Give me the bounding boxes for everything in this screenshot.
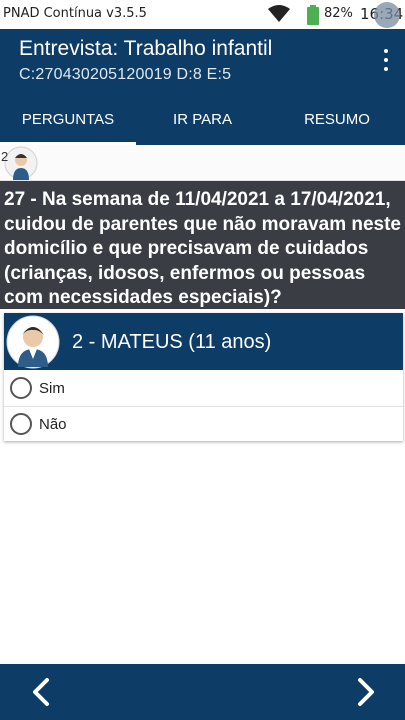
battery-icon — [307, 5, 319, 28]
option-sim[interactable]: Sim — [4, 370, 403, 406]
floating-bubble-icon[interactable] — [374, 2, 400, 28]
more-vertical-icon[interactable] — [381, 49, 391, 73]
tab-perguntas[interactable]: PERGUNTAS — [0, 93, 136, 145]
app-version-label: PNAD Contínua v3.5.5 — [3, 6, 147, 21]
radio-button[interactable] — [10, 413, 32, 435]
chevron-left-icon[interactable] — [22, 672, 62, 712]
battery-percent: 82% — [324, 6, 353, 21]
wifi-icon — [268, 5, 290, 26]
tab-bar: PERGUNTAS IR PARA RESUMO — [0, 93, 405, 145]
tab-resumo[interactable]: RESUMO — [269, 93, 405, 145]
option-nao[interactable]: Não — [4, 406, 403, 442]
person-avatar — [6, 315, 60, 374]
person-card-header: 2 - MATEUS (11 anos) — [4, 313, 403, 370]
question-text: 27 - Na semana de 11/04/2021 a 17/04/202… — [0, 181, 405, 309]
tab-ir-para[interactable]: IR PARA — [136, 93, 269, 145]
person-selector-strip: 2 — [0, 145, 405, 181]
option-label: Não — [39, 415, 67, 433]
tab-label: IR PARA — [173, 110, 232, 128]
tab-label: RESUMO — [304, 110, 370, 128]
bottom-nav-bar — [0, 664, 405, 720]
chevron-right-icon[interactable] — [345, 672, 385, 712]
person-name: 2 - MATEUS (11 anos) — [72, 331, 272, 353]
person-avatar[interactable] — [4, 146, 38, 185]
person-answer-card: 2 - MATEUS (11 anos) Sim Não — [4, 313, 403, 441]
person-number: 2 — [1, 149, 9, 164]
status-bar: PNAD Contínua v3.5.5 82% 16:34 — [0, 0, 405, 29]
page-title: Entrevista: Trabalho infantil — [19, 37, 273, 60]
app-bar: Entrevista: Trabalho infantil C:27043020… — [0, 29, 405, 93]
option-label: Sim — [39, 379, 65, 397]
radio-button[interactable] — [10, 377, 32, 399]
interview-code: C:270430205120019 D:8 E:5 — [19, 66, 232, 83]
tab-label: PERGUNTAS — [21, 110, 115, 128]
